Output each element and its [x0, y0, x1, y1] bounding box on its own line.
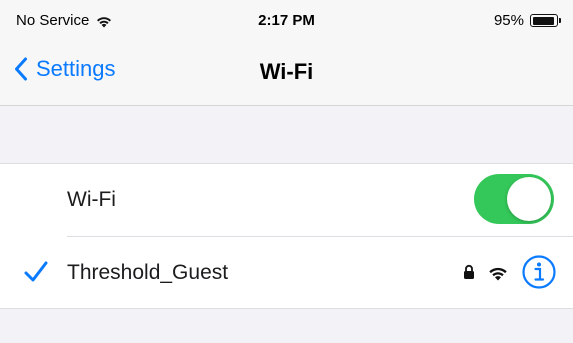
page-title: Wi-Fi	[259, 59, 314, 84]
lock-icon	[464, 264, 474, 279]
battery-icon	[530, 14, 561, 27]
wifi-list-group: Wi-Fi Threshold_Guest	[0, 163, 573, 309]
bottom-spacer	[0, 310, 573, 343]
wifi-toggle-row: Wi-Fi	[0, 164, 573, 236]
wifi-settings-screen: No Service 2:17 PM 95% Settings Wi-Fi Wi…	[0, 0, 573, 343]
wifi-toggle[interactable]	[474, 174, 554, 224]
network-row[interactable]: Threshold_Guest	[0, 237, 573, 309]
group-spacer	[0, 107, 573, 163]
battery-percent: 95%	[493, 12, 524, 29]
status-right: 95%	[493, 12, 561, 29]
toggle-knob	[507, 177, 551, 221]
wifi-icon	[489, 267, 507, 280]
status-bar: No Service 2:17 PM 95%	[0, 0, 573, 42]
info-icon[interactable]	[521, 254, 557, 290]
network-name: Threshold_Guest	[67, 261, 229, 284]
status-time: 2:17 PM	[258, 12, 315, 29]
battery-fill	[532, 16, 555, 25]
wifi-label: Wi-Fi	[67, 188, 116, 211]
checkmark-icon	[24, 261, 48, 282]
network-status-icons	[463, 254, 557, 290]
navigation-bar: Settings Wi-Fi	[0, 42, 573, 106]
